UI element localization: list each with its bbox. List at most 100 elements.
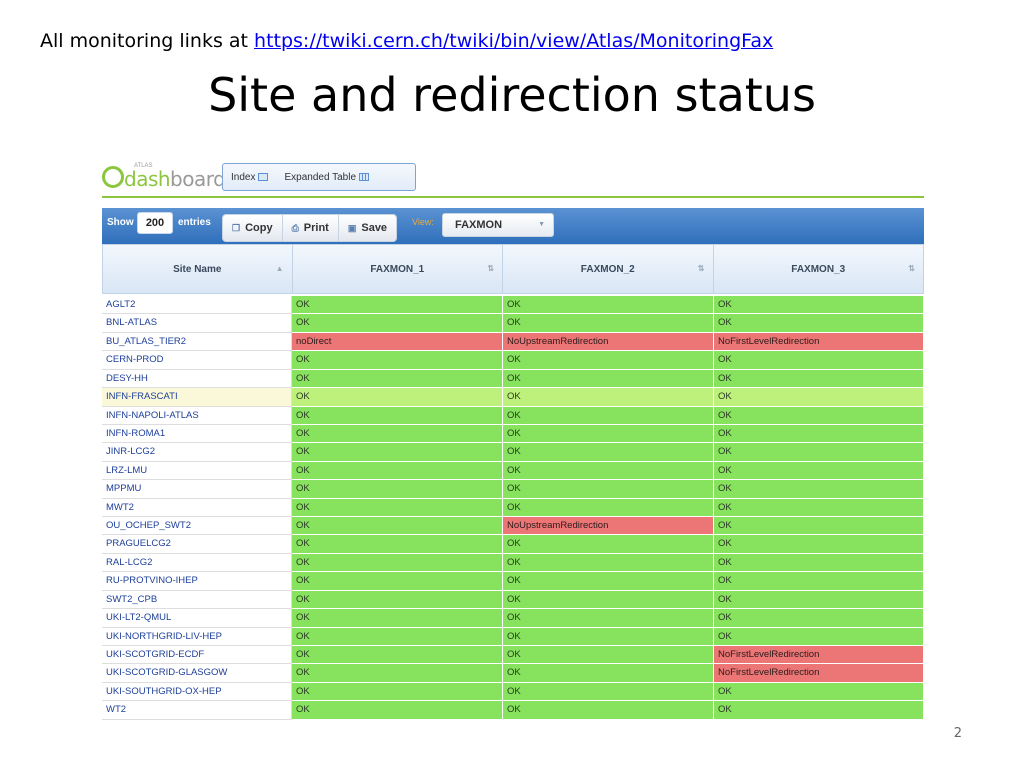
table-row: LRZ-LMU OK OK OK: [102, 461, 924, 481]
table-row: BU_ATLAS_TIER2 noDirect NoUpstreamRedirect…: [102, 332, 924, 352]
site-name-cell[interactable]: LRZ-LMU: [102, 461, 292, 481]
site-name-cell[interactable]: MPPMU: [102, 480, 292, 499]
table-header-row: Site Name ▲ FAXMON_1 ⇅ FAXMON_2 ⇅ FAXMON…: [102, 244, 924, 294]
faxmon-status-cell: OK: [292, 590, 503, 610]
column-header-site-name[interactable]: Site Name ▲: [103, 245, 293, 293]
faxmon-status-cell: OK: [292, 609, 503, 628]
table-row: UKI-NORTHGRID-LIV-HEP OK OK OK: [102, 627, 924, 647]
logo-ring-icon: [102, 166, 124, 188]
site-name-cell[interactable]: UKI-SCOTGRID-ECDF: [102, 646, 292, 665]
column-header-faxmon-1[interactable]: FAXMON_1 ⇅: [293, 245, 504, 293]
entries-count-input[interactable]: 200: [137, 212, 173, 234]
tab-index[interactable]: Index: [223, 172, 276, 183]
site-name-cell[interactable]: UKI-NORTHGRID-LIV-HEP: [102, 627, 292, 647]
table-row: RU-PROTVINO-IHEP OK OK OK: [102, 572, 924, 591]
status-table-body: AGLT2 OK OK OK BNL-ATLAS OK OK OK BU_ATLAS_TIER2…: [102, 296, 924, 720]
table-row: MWT2 OK OK OK: [102, 498, 924, 518]
site-name-cell[interactable]: UKI-LT2-QMUL: [102, 609, 292, 628]
site-name-cell[interactable]: DESY-HH: [102, 369, 292, 389]
faxmon-status-cell: OK: [292, 701, 503, 720]
site-name-cell[interactable]: MWT2: [102, 498, 292, 518]
site-name-cell[interactable]: CERN-PROD: [102, 351, 292, 370]
table-row: RAL-LCG2 OK OK OK: [102, 553, 924, 573]
table-row: UKI-LT2-QMUL OK OK OK: [102, 609, 924, 628]
faxmon-status-cell: OK: [292, 314, 503, 333]
view-select-value: FAXMON: [455, 219, 503, 231]
faxmon-status-cell: OK: [503, 535, 714, 554]
view-label: View:: [412, 217, 434, 227]
table-row: PRAGUELCG2 OK OK OK: [102, 535, 924, 554]
faxmon-status-cell: OK: [714, 627, 924, 647]
site-name-cell[interactable]: BNL-ATLAS: [102, 314, 292, 333]
site-name-cell[interactable]: SWT2_CPB: [102, 590, 292, 610]
site-name-cell[interactable]: BU_ATLAS_TIER2: [102, 332, 292, 352]
faxmon-status-cell: OK: [503, 572, 714, 591]
export-button-group: ❐ Copy ⎙ Print ▣ Save: [222, 214, 398, 242]
sort-icon: ⇅: [697, 264, 705, 273]
faxmon-status-cell: OK: [503, 590, 714, 610]
save-icon: ▣: [347, 222, 357, 233]
faxmon-status-cell: OK: [714, 572, 924, 591]
faxmon-status-cell: OK: [503, 498, 714, 518]
table-row: INFN-NAPOLI-ATLAS OK OK OK: [102, 406, 924, 425]
faxmon-status-cell: OK: [292, 351, 503, 370]
table-row: INFN-FRASCATI OK OK OK: [102, 388, 924, 407]
column-header-faxmon-3[interactable]: FAXMON_3 ⇅: [714, 245, 923, 293]
table-icon: [359, 173, 370, 181]
site-name-cell[interactable]: PRAGUELCG2: [102, 535, 292, 554]
faxmon-status-cell: OK: [714, 443, 924, 462]
column-header-label: FAXMON_2: [580, 263, 635, 275]
faxmon-status-cell: OK: [503, 314, 714, 333]
copy-button[interactable]: ❐ Copy: [223, 215, 283, 241]
site-name-cell[interactable]: INFN-ROMA1: [102, 424, 292, 444]
site-name-cell[interactable]: OU_OCHEP_SWT2: [102, 517, 292, 536]
table-row: AGLT2 OK OK OK: [102, 296, 924, 315]
site-name-cell[interactable]: INFN-NAPOLI-ATLAS: [102, 406, 292, 425]
faxmon-status-cell: OK: [714, 480, 924, 499]
faxmon-status-cell: OK: [714, 701, 924, 720]
save-label: Save: [361, 222, 388, 234]
faxmon-status-cell: NoFirstLevelRedirection: [714, 664, 924, 683]
column-header-label: Site Name: [173, 263, 222, 275]
site-name-cell[interactable]: UKI-SOUTHGRID-OX-HEP: [102, 682, 292, 702]
site-name-cell[interactable]: RU-PROTVINO-IHEP: [102, 572, 292, 591]
table-row: UKI-SCOTGRID-ECDF OK OK NoFirstLevelRedirec…: [102, 646, 924, 665]
faxmon-status-cell: OK: [503, 443, 714, 462]
monitoring-link[interactable]: https://twiki.cern.ch/twiki/bin/view/Atl…: [254, 30, 773, 52]
faxmon-status-cell: OK: [292, 646, 503, 665]
view-select[interactable]: FAXMON ▼: [442, 213, 554, 237]
tab-expanded-table[interactable]: Expanded Table: [276, 172, 377, 183]
faxmon-status-cell: OK: [714, 682, 924, 702]
site-name-cell[interactable]: UKI-SCOTGRID-GLASGOW: [102, 664, 292, 683]
faxmon-status-cell: OK: [292, 498, 503, 518]
print-button[interactable]: ⎙ Print: [283, 215, 339, 241]
faxmon-status-cell: OK: [503, 461, 714, 481]
column-header-faxmon-2[interactable]: FAXMON_2 ⇅: [503, 245, 714, 293]
atlas-dashboard-logo[interactable]: ATLAS dashboard: [102, 163, 226, 191]
logo-dash: dash: [124, 167, 171, 191]
faxmon-status-cell: OK: [714, 535, 924, 554]
entries-label: entries: [178, 217, 211, 228]
show-label: Show: [107, 217, 134, 228]
table-row: BNL-ATLAS OK OK OK: [102, 314, 924, 333]
faxmon-status-cell: OK: [503, 682, 714, 702]
faxmon-status-cell: OK: [714, 517, 924, 536]
site-name-cell[interactable]: INFN-FRASCATI: [102, 388, 292, 407]
site-name-cell[interactable]: RAL-LCG2: [102, 553, 292, 573]
site-name-cell[interactable]: WT2: [102, 701, 292, 720]
site-name-cell[interactable]: AGLT2: [102, 296, 292, 315]
save-button[interactable]: ▣ Save: [339, 215, 396, 241]
table-row: CERN-PROD OK OK OK: [102, 351, 924, 370]
faxmon-status-cell: NoFirstLevelRedirection: [714, 646, 924, 665]
faxmon-status-cell: OK: [714, 553, 924, 573]
faxmon-status-cell: OK: [292, 517, 503, 536]
faxmon-status-cell: OK: [503, 664, 714, 683]
copy-icon: ❐: [232, 222, 241, 233]
faxmon-status-cell: OK: [292, 682, 503, 702]
faxmon-status-cell: OK: [292, 424, 503, 444]
faxmon-status-cell: NoFirstLevelRedirection: [714, 332, 924, 352]
sort-asc-icon: ▲: [275, 264, 284, 273]
dashboard-tab-bar: Index Expanded Table: [222, 163, 416, 191]
faxmon-status-cell: OK: [503, 646, 714, 665]
site-name-cell[interactable]: JINR-LCG2: [102, 443, 292, 462]
